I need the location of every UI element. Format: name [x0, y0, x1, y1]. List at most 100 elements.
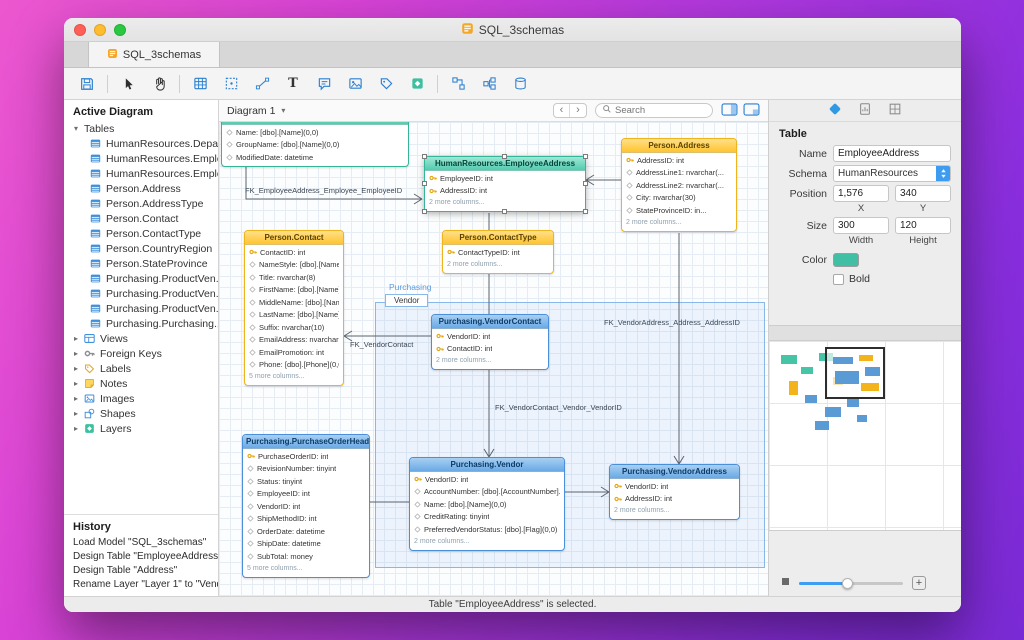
bold-checkbox[interactable] [833, 274, 844, 285]
table-node[interactable]: Person.ContactTypeContactTypeID: int2 mo… [442, 230, 554, 274]
select-tool-button[interactable] [117, 73, 139, 95]
sidebar-item-table[interactable]: HumanResources.Depar... [64, 136, 218, 151]
disclosure-triangle-icon[interactable]: ▸ [72, 334, 80, 343]
sidebar-group-images[interactable]: ▸Images [64, 391, 218, 406]
zoom-button[interactable] [114, 24, 126, 36]
nav-back-button[interactable]: ‹ [554, 104, 570, 117]
fk-label[interactable]: FK_VendorContact_Vendor_VendorID [495, 403, 622, 412]
minimap-viewport[interactable] [825, 347, 885, 399]
sidebar-item-table[interactable]: Purchasing.Purchasing... [64, 316, 218, 331]
sidebar-group-layers[interactable]: ▸Layers [64, 421, 218, 436]
diagram-canvas[interactable]: Purchasing Vendor [219, 122, 768, 596]
sidebar-item-table[interactable]: Purchasing.ProductVen... [64, 286, 218, 301]
save-button[interactable] [76, 73, 98, 95]
zoom-slider[interactable] [799, 582, 903, 585]
table-node[interactable]: Purchasing.VendorContactVendorID: intCon… [431, 314, 549, 370]
more-columns-label[interactable]: 2 more columns... [610, 505, 739, 517]
nav-forward-button[interactable]: › [570, 104, 586, 117]
sidebar-item-table[interactable]: Person.Contact [64, 211, 218, 226]
selection-handle[interactable] [422, 209, 427, 214]
text-tool-button[interactable]: T [282, 73, 304, 95]
disclosure-triangle-icon[interactable]: ▸ [72, 364, 80, 373]
minimap[interactable] [769, 341, 961, 531]
fk-label[interactable]: FK_VendorAddress_Address_AddressID [604, 318, 740, 327]
size-width-input[interactable] [833, 217, 889, 234]
sidebar-item-table[interactable]: Purchasing.ProductVen... [64, 301, 218, 316]
table-node[interactable]: HumanResources.EmployeeAddressEmployeeID… [424, 156, 586, 212]
table-node-title[interactable]: Purchasing.Vendor [410, 458, 564, 472]
tab-grid-view[interactable] [888, 102, 902, 119]
table-node[interactable]: Purchasing.PurchaseOrderHeaderPurchaseOr… [242, 434, 370, 578]
zoom-in-button[interactable]: + [912, 576, 926, 590]
table-node-title[interactable]: HumanResources.EmployeeAddress [425, 157, 585, 171]
sidebar-item-table[interactable]: HumanResources.Emplo... [64, 166, 218, 181]
history-item[interactable]: Rename Layer "Layer 1" to "Vendor" [64, 578, 218, 592]
selection-handle[interactable] [502, 209, 507, 214]
sidebar-group-tables[interactable]: ▾Tables [64, 121, 218, 136]
table-node-title[interactable]: Purchasing.PurchaseOrderHeader [243, 435, 369, 449]
schema-select[interactable]: HumanResources [833, 165, 951, 182]
sidebar-item-table[interactable]: HumanResources.Emplo... [64, 151, 218, 166]
tab-sql-3schemas[interactable]: SQL_3schemas [88, 42, 220, 67]
table-node-title[interactable]: Person.Address [622, 139, 736, 153]
selection-handle[interactable] [502, 154, 507, 159]
sync-database-button[interactable] [509, 73, 531, 95]
sidebar-group-labels[interactable]: ▸Labels [64, 361, 218, 376]
pan-tool-button[interactable] [148, 73, 170, 95]
table-node-title[interactable]: Purchasing.VendorAddress [610, 465, 739, 479]
close-button[interactable] [74, 24, 86, 36]
disclosure-triangle-icon[interactable]: ▸ [72, 394, 80, 403]
table-node[interactable]: Purchasing.VendorAddressVendorID: intAdd… [609, 464, 740, 520]
table-node[interactable]: Name: [dbo].[Name](0,0)GroupName: [dbo].… [221, 122, 409, 167]
sidebar-group-views[interactable]: ▸Views [64, 331, 218, 346]
sidebar-item-table[interactable]: Person.CountryRegion [64, 241, 218, 256]
align-tool-button[interactable] [478, 73, 500, 95]
zoom-fit-button[interactable] [781, 577, 790, 589]
selection-handle[interactable] [583, 209, 588, 214]
toggle-right-panel-button[interactable] [721, 103, 738, 119]
new-table-tool-button[interactable] [189, 73, 211, 95]
tab-report[interactable] [858, 102, 872, 119]
tab-properties[interactable] [828, 102, 842, 119]
table-node-title[interactable]: Person.ContactType [443, 231, 553, 245]
disclosure-triangle-icon[interactable]: ▸ [72, 349, 80, 358]
fk-label[interactable]: FK_VendorContact [350, 340, 413, 349]
more-columns-label[interactable]: 5 more columns... [243, 563, 369, 575]
selection-handle[interactable] [583, 181, 588, 186]
disclosure-triangle-icon[interactable]: ▸ [72, 424, 80, 433]
title-bar[interactable]: SQL_3schemas [64, 18, 961, 42]
sidebar-group-shapes[interactable]: ▸Shapes [64, 406, 218, 421]
more-columns-label[interactable]: 2 more columns... [425, 197, 585, 209]
sidebar-item-table[interactable]: Purchasing.ProductVen... [64, 271, 218, 286]
selection-handle[interactable] [583, 154, 588, 159]
disclosure-triangle-icon[interactable]: ▸ [72, 409, 80, 418]
position-y-input[interactable] [895, 185, 951, 202]
table-node[interactable]: Purchasing.VendorVendorID: intAccountNum… [409, 457, 565, 551]
table-node[interactable]: Person.ContactContactID: intNameStyle: [… [244, 230, 344, 386]
more-columns-label[interactable]: 2 more columns... [432, 355, 548, 367]
selection-handle[interactable] [422, 181, 427, 186]
selection-handle[interactable] [422, 154, 427, 159]
search-input[interactable] [615, 105, 695, 116]
disclosure-triangle-icon[interactable]: ▸ [72, 379, 80, 388]
search-box[interactable] [595, 103, 713, 118]
more-columns-label[interactable]: 2 more columns... [622, 217, 736, 229]
size-height-input[interactable] [895, 217, 951, 234]
minimize-button[interactable] [94, 24, 106, 36]
history-item[interactable]: Design Table "Address" [64, 564, 218, 578]
table-node-title[interactable]: Person.Contact [245, 231, 343, 245]
more-columns-label[interactable]: 2 more columns... [443, 259, 553, 271]
note-tool-button[interactable] [313, 73, 335, 95]
auto-layout-button[interactable] [447, 73, 469, 95]
table-node[interactable]: Person.AddressAddressID: intAddressLine1… [621, 138, 737, 232]
sidebar-item-table[interactable]: Person.StateProvince [64, 256, 218, 271]
fk-label[interactable]: FK_EmployeeAddress_Employee_EmployeeID [245, 186, 402, 195]
position-x-input[interactable] [833, 185, 889, 202]
history-item[interactable]: Load Model "SQL_3schemas" [64, 536, 218, 550]
more-columns-label[interactable]: 5 more columns... [245, 371, 343, 383]
diagram-select[interactable]: Diagram 1 ▾ [227, 105, 287, 117]
disclosure-triangle-icon[interactable]: ▾ [72, 124, 80, 133]
relation-tool-button[interactable] [251, 73, 273, 95]
color-swatch[interactable] [833, 253, 859, 267]
sidebar-group-foreign-keys[interactable]: ▸Foreign Keys [64, 346, 218, 361]
